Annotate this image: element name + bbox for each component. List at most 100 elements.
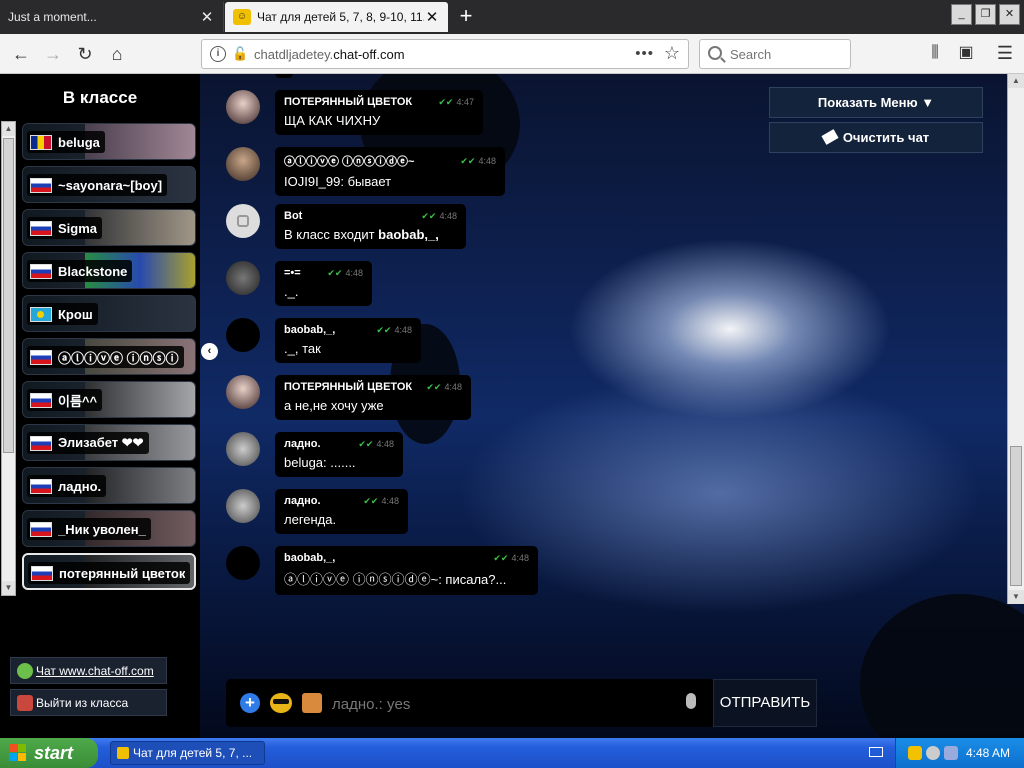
- message-author[interactable]: ладно.: [284, 438, 321, 450]
- close-icon[interactable]: ✕: [199, 8, 215, 26]
- message-author[interactable]: ПОТЕРЯННЫЙ ЦВЕТОК: [284, 96, 412, 108]
- user-item-poteryanny-tsvetok[interactable]: потерянный цветок: [22, 553, 196, 590]
- avatar[interactable]: [226, 261, 260, 295]
- message-text-bold[interactable]: baobab,_,: [378, 227, 439, 242]
- palm-silhouette: [860, 594, 1024, 738]
- message-author[interactable]: baobab,_,: [284, 552, 335, 564]
- message-bubble: ладно. ✔✔ 4:48 легенда.: [275, 489, 408, 534]
- message-bubble: ПОТЕРЯННЫЙ ЦВЕТОК ✔✔ 4:47 ЩА КАК ЧИХНУ: [275, 90, 483, 135]
- russia-flag-icon: [30, 521, 52, 537]
- message-author[interactable]: =•=: [284, 267, 301, 279]
- url-bar[interactable]: i 🔓 chatdljadetey.chat-off.com ••• ☆: [201, 39, 689, 69]
- avatar[interactable]: [226, 489, 260, 523]
- scroll-down-icon[interactable]: ▼: [1008, 590, 1024, 604]
- russia-flag-icon: [30, 392, 52, 408]
- avatar[interactable]: [226, 90, 260, 124]
- page-scrollbar[interactable]: ▲ ▼: [1007, 74, 1024, 604]
- scroll-down-icon[interactable]: ▼: [2, 581, 15, 595]
- add-attachment-button[interactable]: +: [240, 693, 260, 713]
- avatar[interactable]: [226, 375, 260, 409]
- message-time: 4:48: [381, 495, 399, 506]
- scroll-up-icon[interactable]: ▲: [2, 122, 15, 136]
- user-item-nik-uvolen[interactable]: _Ник уволен_: [22, 510, 196, 547]
- windows-taskbar: start Чат для детей 5, 7, ... 4:48 AM: [0, 738, 1024, 768]
- chat-site-link-label: Чат www.chat-off.com: [36, 663, 154, 678]
- avatar[interactable]: [226, 432, 260, 466]
- tab-just-a-moment[interactable]: Just a moment... ✕: [0, 2, 224, 32]
- user-name: _Ник уволен_: [58, 521, 146, 537]
- bot-avatar[interactable]: [226, 204, 260, 238]
- message-text: а не,не хочу уже: [284, 398, 384, 413]
- window-controls: _ ❐ ✕: [951, 4, 1020, 25]
- user-item-beluga[interactable]: beluga: [22, 123, 196, 160]
- avatar[interactable]: [226, 546, 260, 580]
- reload-button[interactable]: ↻: [72, 41, 98, 67]
- restore-button[interactable]: ❐: [975, 4, 996, 25]
- user-item-ladno[interactable]: ладно.: [22, 467, 196, 504]
- user-item-alive-inside[interactable]: ⓐⓛⓘⓥⓔ ⓘⓝⓢⓘ: [22, 338, 196, 375]
- message-author[interactable]: ПОТЕРЯННЫЙ ЦВЕТОК: [284, 381, 412, 393]
- user-name: потерянный цветок: [59, 565, 186, 581]
- message-author[interactable]: ладно.: [284, 495, 321, 507]
- message-text: beluga: .......: [284, 455, 356, 470]
- user-item-blackstone[interactable]: Blackstone: [22, 252, 196, 289]
- message-author[interactable]: baobab,_,: [284, 324, 335, 336]
- sticker-button[interactable]: [302, 693, 322, 713]
- keyboard-icon[interactable]: [869, 747, 883, 757]
- info-icon[interactable]: i: [210, 46, 226, 62]
- minimize-button[interactable]: _: [951, 4, 972, 25]
- home-button[interactable]: ⌂: [104, 41, 130, 67]
- clock[interactable]: 4:48 AM: [966, 746, 1010, 760]
- scrollbar-thumb[interactable]: [1010, 446, 1022, 586]
- shield-icon[interactable]: [908, 746, 922, 760]
- emoji-button[interactable]: [270, 693, 292, 713]
- taskbar-window-item[interactable]: Чат для детей 5, 7, ...: [110, 741, 265, 765]
- send-button[interactable]: ОТПРАВИТЬ: [713, 679, 817, 727]
- user-item-krosh[interactable]: Крош: [22, 295, 196, 332]
- windows-logo-icon: [9, 744, 27, 762]
- user-item-elizabet[interactable]: Элизабет ❤❤: [22, 424, 196, 461]
- close-window-button[interactable]: ✕: [999, 4, 1020, 25]
- user-label: Blackstone: [27, 260, 133, 282]
- show-menu-button[interactable]: Показать Меню ▼: [769, 87, 983, 118]
- search-input[interactable]: [730, 45, 845, 63]
- chat-site-link[interactable]: Чат www.chat-off.com: [10, 657, 167, 684]
- scroll-up-icon[interactable]: ▲: [1008, 74, 1024, 88]
- library-icon[interactable]: ⫼: [924, 42, 946, 64]
- page-actions-icon[interactable]: •••: [635, 45, 654, 62]
- url-text[interactable]: chatdljadetey.chat-off.com: [254, 47, 405, 62]
- collapse-sidebar-button[interactable]: ‹: [201, 343, 218, 360]
- leave-class-link[interactable]: Выйти из класса: [10, 689, 167, 716]
- user-item-sayonara[interactable]: ~sayonara~[boy]: [22, 166, 196, 203]
- avatar[interactable]: [226, 147, 260, 181]
- russia-flag-icon: [30, 177, 52, 193]
- forward-button[interactable]: →: [40, 41, 66, 67]
- message-input[interactable]: [332, 694, 652, 714]
- insecure-lock-icon[interactable]: 🔓: [232, 46, 248, 62]
- new-tab-button[interactable]: +: [452, 3, 480, 31]
- read-ticks-icon: ✔✔: [426, 381, 442, 392]
- back-button[interactable]: ←: [8, 41, 34, 67]
- user-item-sigma[interactable]: Sigma: [22, 209, 196, 246]
- close-icon[interactable]: ✕: [424, 8, 440, 26]
- message-text: ._, так: [284, 341, 321, 356]
- message-time: 4:47: [456, 96, 474, 107]
- sidebar-scrollbar[interactable]: ▲ ▼: [1, 121, 16, 596]
- microphone-icon[interactable]: [686, 693, 696, 709]
- bookmark-star-icon[interactable]: ☆: [664, 43, 680, 64]
- message-author[interactable]: ⓐⓛⓘⓥⓔ ⓘⓝⓢⓘⓓⓔ~: [284, 153, 414, 169]
- volume-icon[interactable]: [944, 746, 958, 760]
- user-item-ireum[interactable]: 이름^^: [22, 381, 196, 418]
- start-button[interactable]: start: [0, 738, 98, 768]
- avatar[interactable]: [226, 318, 260, 352]
- search-box[interactable]: [699, 39, 851, 69]
- scrollbar-thumb[interactable]: [3, 138, 14, 453]
- sidebar-toggle-icon[interactable]: ▣: [955, 42, 977, 64]
- tab-chat[interactable]: ☺ Чат для детей 5, 7, 8, 9-10, 11... ✕: [225, 2, 448, 32]
- user-label: beluga: [27, 131, 105, 153]
- network-icon[interactable]: [926, 746, 940, 760]
- message-text: легенда.: [284, 512, 337, 527]
- clear-chat-button[interactable]: Очистить чат: [769, 122, 983, 153]
- menu-icon[interactable]: ☰: [994, 42, 1016, 64]
- message-author[interactable]: Bot: [284, 210, 302, 222]
